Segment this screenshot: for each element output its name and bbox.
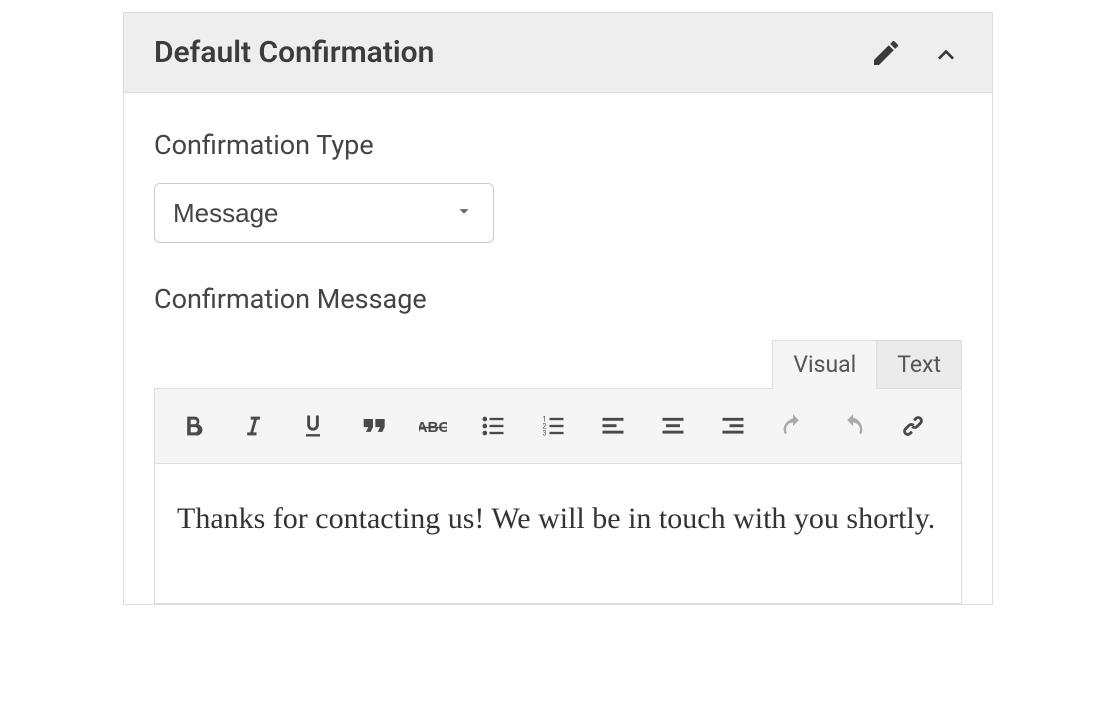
numbered-list-button[interactable]: 123	[527, 403, 579, 449]
quote-icon	[359, 412, 387, 440]
confirmation-type-select[interactable]: Message	[154, 183, 494, 243]
italic-icon	[239, 412, 267, 440]
collapse-button[interactable]	[930, 37, 962, 69]
align-center-button[interactable]	[647, 403, 699, 449]
tab-text[interactable]: Text	[876, 340, 962, 389]
strikethrough-icon: ABC	[419, 412, 447, 440]
editor-content[interactable]: Thanks for contacting us! We will be in …	[154, 464, 962, 604]
align-right-button[interactable]	[707, 403, 759, 449]
undo-button[interactable]	[767, 403, 819, 449]
panel-header: Default Confirmation	[124, 13, 992, 93]
link-icon	[899, 412, 927, 440]
panel-title: Default Confirmation	[154, 35, 434, 70]
strikethrough-button[interactable]: ABC	[407, 403, 459, 449]
bold-icon	[179, 412, 207, 440]
redo-button[interactable]	[827, 403, 879, 449]
underline-button[interactable]	[287, 403, 339, 449]
align-left-button[interactable]	[587, 403, 639, 449]
confirmation-type-dropdown[interactable]: Message	[155, 184, 493, 242]
svg-text:3: 3	[543, 429, 547, 437]
blockquote-button[interactable]	[347, 403, 399, 449]
confirmation-message-label: Confirmation Message	[154, 283, 962, 315]
italic-button[interactable]	[227, 403, 279, 449]
chevron-up-icon	[930, 37, 962, 69]
numbered-list-icon: 123	[539, 412, 567, 440]
align-center-icon	[659, 412, 687, 440]
editor-tabs: Visual Text	[154, 339, 962, 388]
panel-body: Confirmation Type Message Confirmation M…	[124, 93, 992, 604]
bold-button[interactable]	[167, 403, 219, 449]
redo-icon	[839, 412, 867, 440]
tab-visual[interactable]: Visual	[772, 340, 877, 389]
underline-icon	[299, 412, 327, 440]
edit-button[interactable]	[870, 37, 902, 69]
bullet-list-button[interactable]	[467, 403, 519, 449]
align-left-icon	[599, 412, 627, 440]
link-button[interactable]	[887, 403, 939, 449]
svg-text:ABC: ABC	[419, 419, 447, 436]
editor-toolbar: ABC 123	[154, 388, 962, 464]
header-actions	[870, 37, 962, 69]
undo-icon	[779, 412, 807, 440]
align-right-icon	[719, 412, 747, 440]
confirmation-panel: Default Confirmation Confirmation Type M…	[123, 12, 993, 605]
confirmation-type-label: Confirmation Type	[154, 129, 962, 161]
bullet-list-icon	[479, 412, 507, 440]
pencil-icon	[870, 37, 902, 69]
